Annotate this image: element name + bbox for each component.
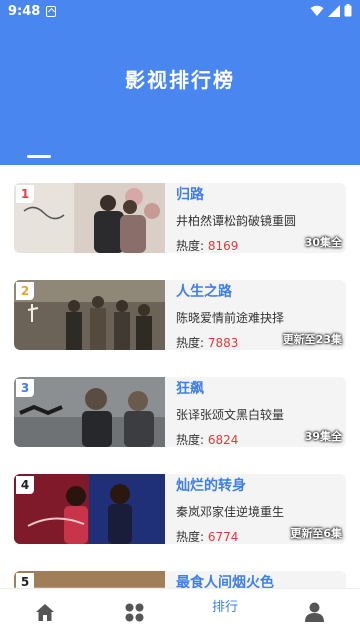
nav-category[interactable]	[90, 589, 180, 640]
ranking-list: 1 30集全 归路 井柏然谭松韵破镜重圆 热度: 8169 2 更新至23集 人…	[0, 165, 360, 588]
rank-badge: 1	[16, 185, 34, 203]
item-title: 狂飙	[176, 381, 204, 397]
poster-image	[14, 377, 165, 447]
signal-icon	[328, 4, 340, 17]
heat-row: 热度: 6774	[176, 528, 238, 544]
heat-label: 热度:	[176, 530, 205, 544]
item-info: 狂飙 张译张颂文黑白较量 热度: 6824	[176, 377, 346, 447]
item-title: 人生之路	[176, 284, 232, 300]
nav-profile[interactable]	[270, 589, 360, 640]
poster-image	[14, 183, 165, 253]
rank-badge: 4	[16, 476, 34, 494]
status-time: 9:48	[8, 4, 41, 19]
list-item[interactable]: 1 30集全 归路 井柏然谭松韵破镜重圆 热度: 8169	[14, 183, 346, 253]
item-description: 井柏然谭松韵破镜重圆	[176, 214, 297, 228]
nav-home[interactable]	[0, 589, 90, 640]
item-description: 张译张颂文黑白较量	[176, 408, 285, 422]
app-screen: 9:48 影视排行榜 1 30集全 归路 井柏然谭松韵破镜重圆 热度: 8169…	[0, 0, 360, 640]
rank-badge: 2	[16, 282, 34, 300]
heat-label: 热度:	[176, 433, 205, 447]
item-description: 秦岚邓家佳逆境重生	[176, 505, 285, 519]
status-icons	[310, 4, 352, 17]
battery-icon	[344, 4, 352, 17]
item-info: 最食人间烟火色	[176, 571, 346, 588]
list-item[interactable]: 4 更新至6集 灿烂的转身 秦岚邓家佳逆境重生 热度: 6774	[14, 474, 346, 544]
item-info: 灿烂的转身 秦岚邓家佳逆境重生 热度: 6774	[176, 474, 346, 544]
item-info: 人生之路 陈晓爱情前途难抉择 热度: 7883	[176, 280, 346, 350]
poster-image	[14, 280, 165, 350]
category-tabs	[0, 126, 360, 160]
page-title: 影视排行榜	[125, 68, 235, 92]
grid-icon	[125, 603, 144, 622]
list-item[interactable]: 3 39集全 狂飙 张译张颂文黑白较量 热度: 6824	[14, 377, 346, 447]
nav-ranking[interactable]: 排行	[180, 589, 270, 640]
item-title: 最食人间烟火色	[176, 575, 274, 588]
list-item[interactable]: 5 最食人间烟火色	[14, 571, 346, 588]
wifi-icon	[310, 5, 324, 16]
list-item[interactable]: 2 更新至23集 人生之路 陈晓爱情前途难抉择 热度: 7883	[14, 280, 346, 350]
item-title: 灿烂的转身	[176, 478, 246, 494]
item-description: 陈晓爱情前途难抉择	[176, 311, 285, 325]
heat-value: 6774	[207, 530, 239, 544]
nav-ranking-label: 排行	[211, 600, 238, 615]
poster-image	[14, 571, 165, 588]
item-info: 归路 井柏然谭松韵破镜重圆 热度: 8169	[176, 183, 346, 253]
notification-icon	[46, 6, 56, 17]
heat-label: 热度:	[176, 239, 205, 253]
user-icon	[305, 602, 324, 622]
heat-value: 6824	[207, 433, 239, 447]
heat-row: 热度: 8169	[176, 237, 238, 253]
item-title: 归路	[176, 187, 204, 203]
heat-label: 热度:	[176, 336, 205, 350]
heat-value: 7883	[207, 336, 239, 350]
rank-badge: 3	[16, 379, 34, 397]
status-bar: 9:48	[0, 0, 360, 24]
heat-value: 8169	[207, 239, 239, 253]
home-icon	[36, 604, 54, 621]
bottom-nav: 排行	[0, 588, 360, 640]
poster-image	[14, 474, 165, 544]
tab-indicator	[27, 155, 51, 158]
heat-row: 热度: 7883	[176, 334, 238, 350]
rank-badge: 5	[16, 573, 34, 588]
header: 9:48 影视排行榜	[0, 0, 360, 165]
heat-row: 热度: 6824	[176, 431, 238, 447]
